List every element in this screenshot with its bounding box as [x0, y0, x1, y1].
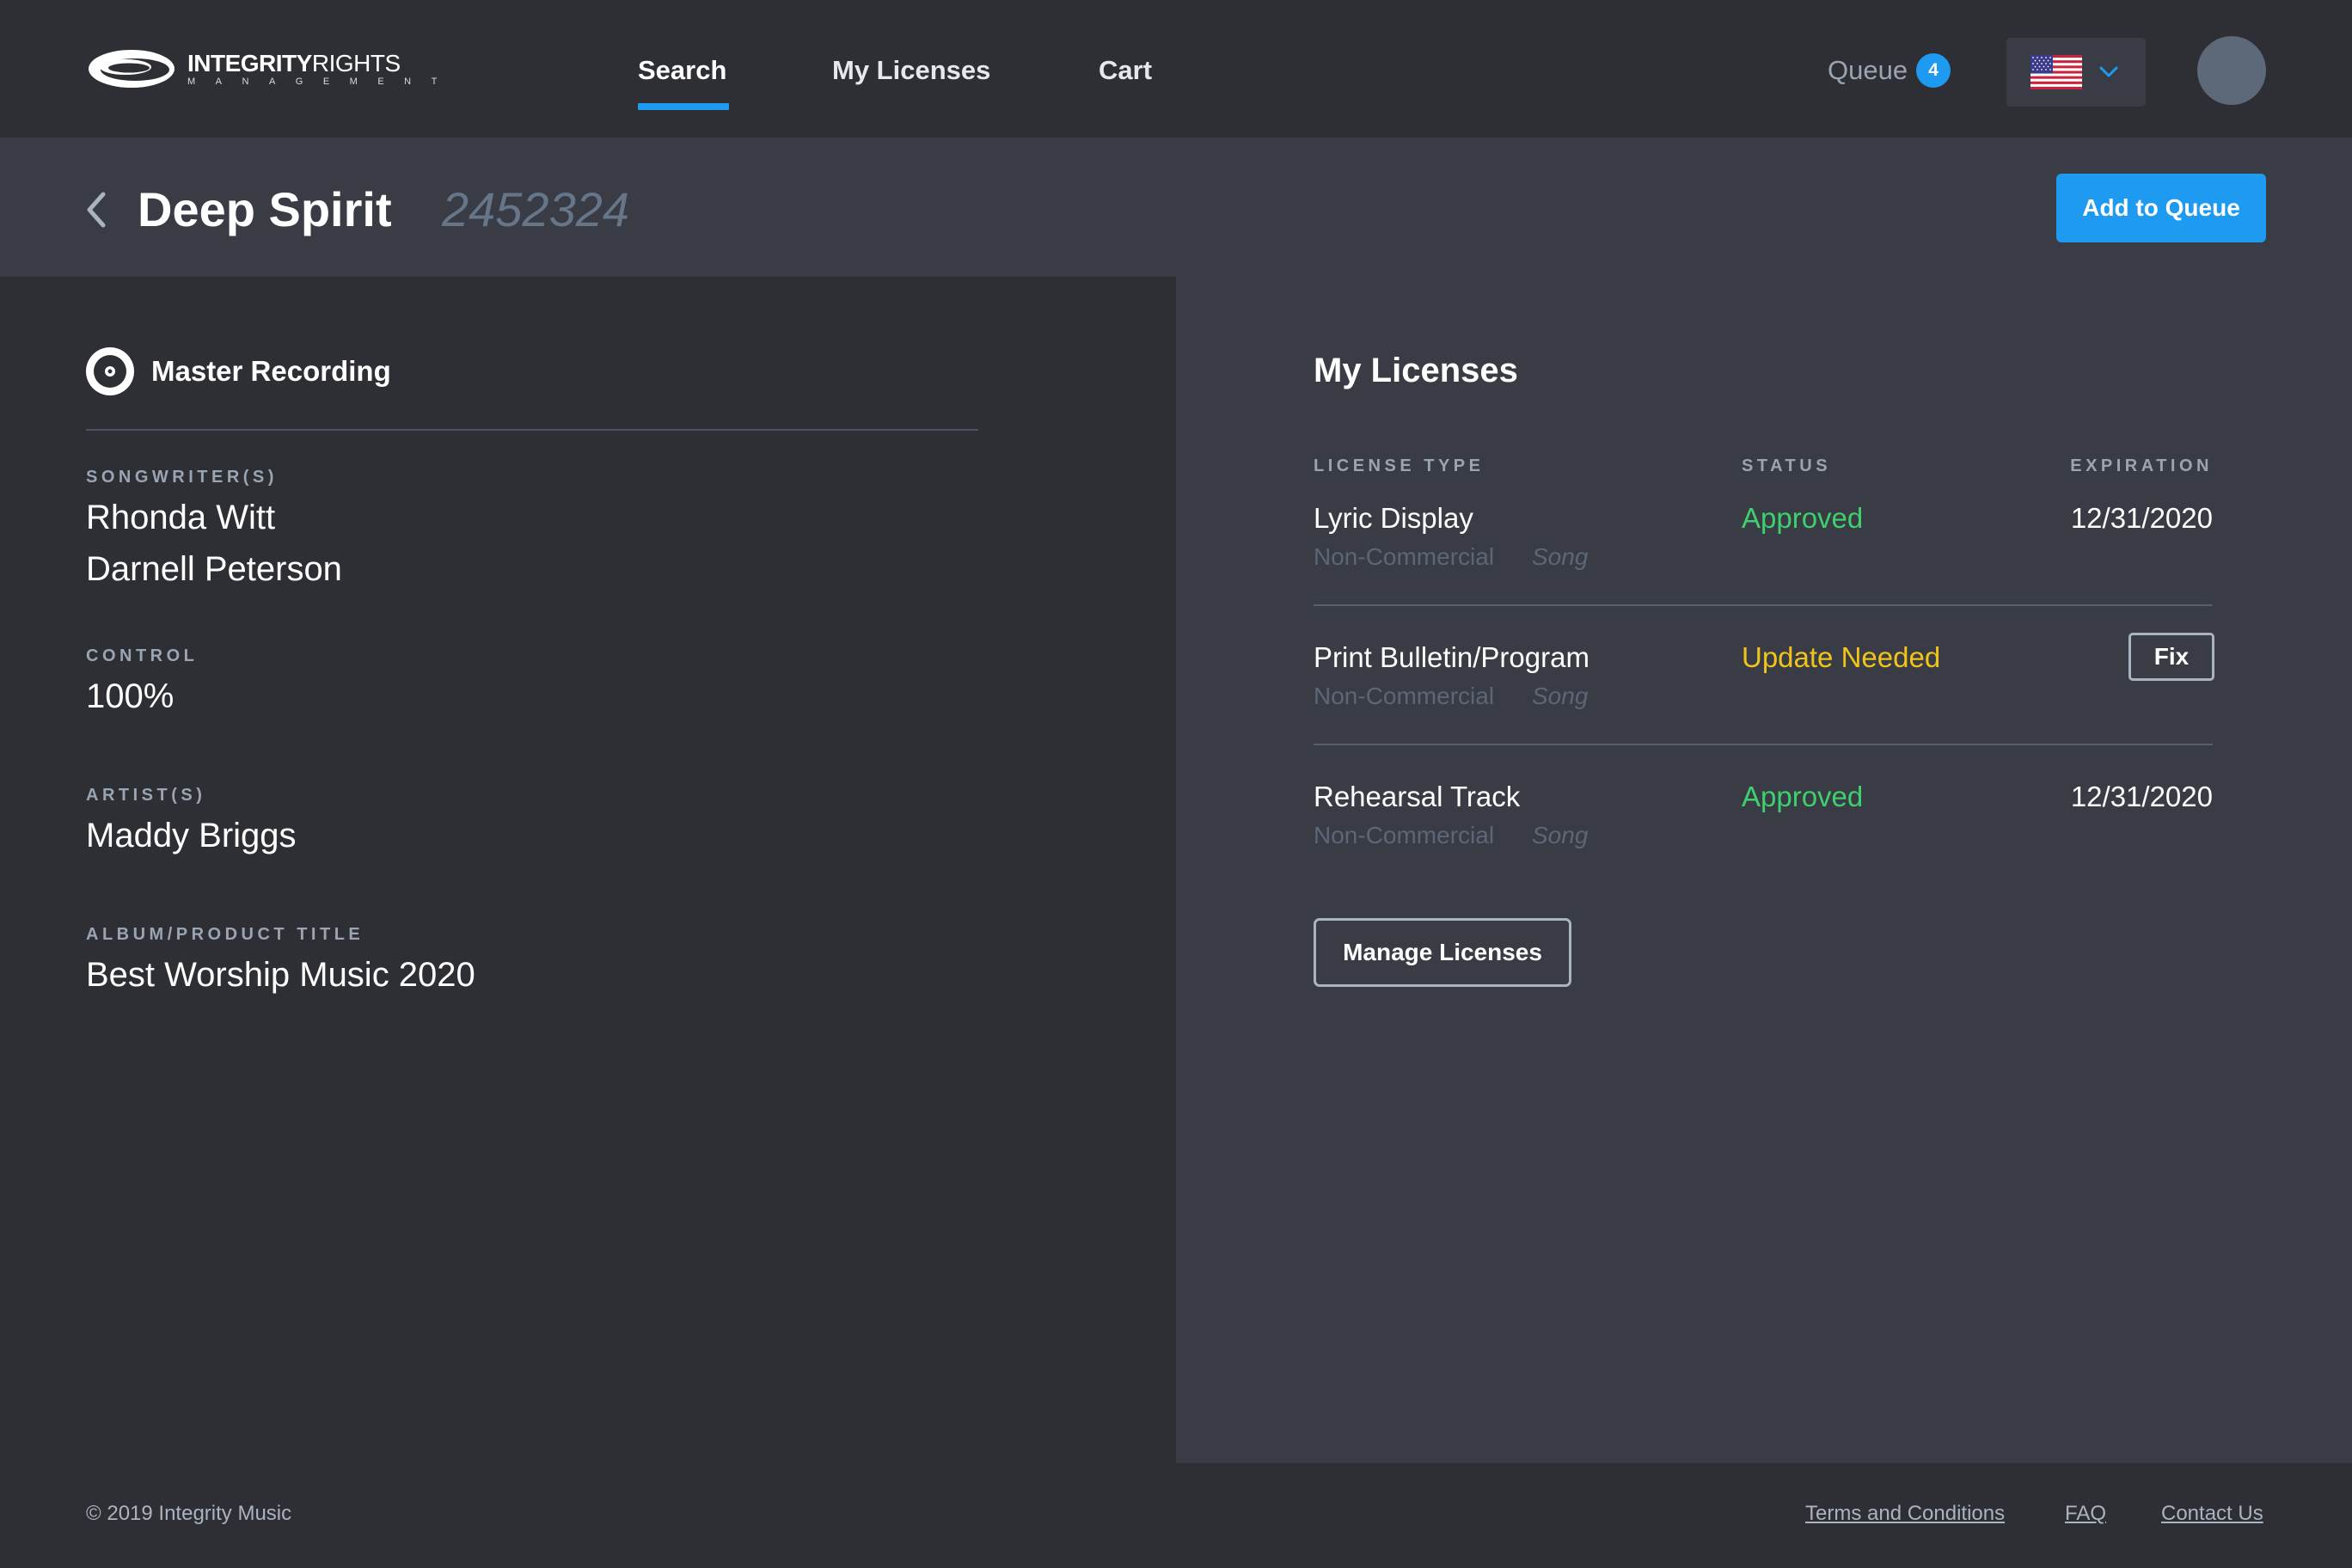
back-chevron-icon[interactable] — [84, 191, 107, 229]
license-kind: Song — [1532, 543, 1589, 570]
manage-licenses-button[interactable]: Manage Licenses — [1314, 918, 1571, 987]
queue-button[interactable]: Queue 4 — [1828, 53, 1951, 88]
logo-mark-icon — [89, 50, 175, 88]
control-value: 100% — [86, 677, 175, 715]
album-title-label: ALBUM/PRODUCT TITLE — [86, 925, 364, 944]
row-divider — [1314, 744, 2213, 745]
column-header-license-type: LICENSE TYPE — [1314, 456, 1485, 475]
control-label: CONTROL — [86, 646, 199, 665]
nav-tab-my-licenses[interactable]: My Licenses — [832, 53, 990, 88]
copyright-text: © 2019 Integrity Music — [86, 1502, 292, 1525]
queue-count-badge: 4 — [1916, 53, 1951, 88]
license-status-approved: Approved — [1742, 502, 1864, 534]
terms-link[interactable]: Terms and Conditions — [1805, 1501, 2005, 1527]
license-scope: Non-Commercial — [1314, 822, 1495, 848]
language-selector[interactable] — [2006, 38, 2146, 107]
logo-subtitle: MANAGEMENT — [187, 77, 457, 87]
user-avatar[interactable] — [2197, 36, 2266, 105]
songwriter-name: Rhonda Witt — [86, 499, 276, 536]
songwriter-name: Darnell Peterson — [86, 550, 342, 588]
us-flag-icon — [2030, 55, 2082, 89]
recording-type-label: Master Recording — [151, 355, 391, 387]
song-id: 2452324 — [442, 182, 630, 236]
license-status-update-needed: Update Needed — [1742, 641, 1941, 673]
chevron-down-icon — [2099, 66, 2118, 77]
queue-label: Queue — [1828, 55, 1908, 85]
song-title: Deep Spirit — [138, 182, 392, 236]
page: INTEGRITYRIGHTS MANAGEMENT Search My Lic… — [0, 0, 2352, 1568]
license-type: Lyric Display — [1314, 502, 1473, 534]
section-divider — [86, 429, 978, 431]
license-scope: Non-Commercial — [1314, 543, 1495, 570]
license-status-approved: Approved — [1742, 781, 1864, 812]
logo-title: INTEGRITYRIGHTS — [187, 50, 401, 77]
faq-link[interactable]: FAQ — [2065, 1501, 2106, 1527]
nav-tab-cart[interactable]: Cart — [1099, 53, 1152, 88]
license-type: Print Bulletin/Program — [1314, 641, 1589, 673]
license-kind: Song — [1532, 822, 1589, 848]
license-expiration: 12/31/2020 — [2070, 781, 2213, 812]
license-scope: Non-Commercial — [1314, 683, 1495, 709]
contact-us-link[interactable]: Contact Us — [2161, 1501, 2263, 1527]
recording-details-panel — [0, 277, 1176, 1463]
fix-button[interactable]: Fix — [2128, 633, 2214, 681]
nav-tab-search[interactable]: Search — [638, 53, 726, 88]
integrity-rights-logo[interactable]: INTEGRITYRIGHTS MANAGEMENT — [86, 46, 457, 91]
logo-wordmark: INTEGRITYRIGHTS MANAGEMENT — [187, 50, 457, 88]
songwriters-label: SONGWRITER(S) — [86, 468, 278, 487]
my-licenses-panel — [1176, 277, 2352, 1463]
my-licenses-heading: My Licenses — [1314, 352, 1518, 389]
artists-label: ARTIST(S) — [86, 786, 206, 805]
column-header-expiration: EXPIRATION — [2070, 456, 2213, 475]
artist-name: Maddy Briggs — [86, 817, 297, 854]
license-expiration: 12/31/2020 — [2070, 502, 2213, 534]
column-header-status: STATUS — [1742, 456, 1832, 475]
add-to-queue-button[interactable]: Add to Queue — [2056, 174, 2266, 242]
album-title-value: Best Worship Music 2020 — [86, 956, 475, 994]
top-navigation-bar: INTEGRITYRIGHTS MANAGEMENT Search My Lic… — [0, 0, 2352, 138]
license-type: Rehearsal Track — [1314, 781, 1521, 812]
license-kind: Song — [1532, 683, 1589, 709]
nav-active-indicator — [638, 103, 729, 110]
row-divider — [1314, 604, 2213, 606]
vinyl-record-icon — [86, 347, 134, 395]
